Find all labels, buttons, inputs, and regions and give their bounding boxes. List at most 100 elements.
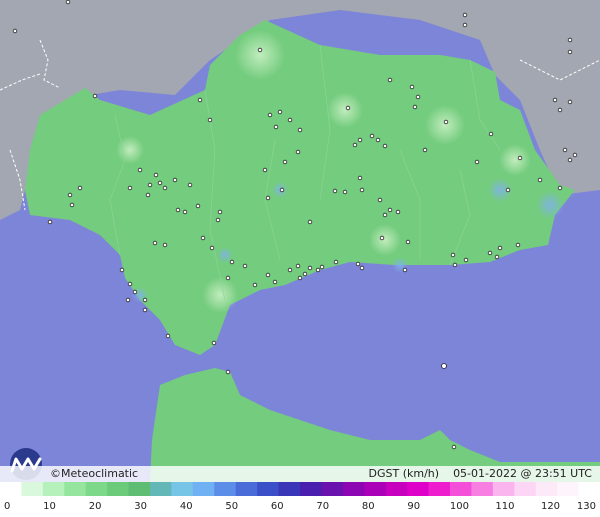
station-marker xyxy=(282,159,288,165)
wind-gust-map: ©Meteoclimatic DGST (km/h) 05-01-2022 @ … xyxy=(0,0,600,517)
station-marker xyxy=(375,137,381,143)
scale-swatch xyxy=(428,482,451,496)
station-marker xyxy=(355,261,361,267)
station-marker xyxy=(47,219,53,225)
scale-swatch xyxy=(85,482,108,496)
station-marker xyxy=(132,289,138,295)
station-marker xyxy=(557,107,563,113)
station-marker xyxy=(297,275,303,281)
terrain-highlight xyxy=(235,30,285,80)
station-marker xyxy=(162,185,168,191)
station-marker xyxy=(342,189,348,195)
scale-swatch xyxy=(235,482,258,496)
scale-tick-label: 70 xyxy=(316,501,329,512)
station-marker xyxy=(287,267,293,273)
scale-swatch xyxy=(342,482,365,496)
credit-text: ©Meteoclimatic xyxy=(50,467,139,480)
station-marker xyxy=(387,77,393,83)
station-marker xyxy=(315,267,321,273)
station-marker xyxy=(333,259,339,265)
station-marker xyxy=(415,94,421,100)
station-marker xyxy=(412,104,418,110)
scale-swatch xyxy=(42,482,65,496)
scale-swatch xyxy=(192,482,215,496)
station-marker xyxy=(567,99,573,105)
scale-swatch xyxy=(214,482,237,496)
station-marker xyxy=(229,259,235,265)
station-marker xyxy=(462,22,468,28)
station-marker xyxy=(125,297,131,303)
station-marker xyxy=(295,263,301,269)
station-marker xyxy=(127,185,133,191)
station-marker xyxy=(195,203,201,209)
station-marker xyxy=(382,212,388,218)
scale-swatch xyxy=(128,482,151,496)
gust-highlight xyxy=(536,191,564,219)
station-marker xyxy=(197,97,203,103)
station-marker xyxy=(567,49,573,55)
station-marker xyxy=(265,195,271,201)
scale-swatch xyxy=(535,482,558,496)
station-marker xyxy=(567,37,573,43)
info-bar: ©Meteoclimatic DGST (km/h) 05-01-2022 @ … xyxy=(0,466,600,482)
scale-tick-label: 10 xyxy=(43,501,56,512)
scale-swatch xyxy=(64,482,87,496)
station-marker xyxy=(552,97,558,103)
station-marker xyxy=(157,180,163,186)
scale-swatch xyxy=(492,482,515,496)
station-marker xyxy=(422,147,428,153)
terrain-highlight xyxy=(499,144,531,176)
scale-swatch xyxy=(471,482,494,496)
station-marker xyxy=(369,133,375,139)
scale-tick-label: 130 xyxy=(577,501,596,512)
scale-swatch xyxy=(557,482,580,496)
station-marker xyxy=(302,271,308,277)
station-marker xyxy=(225,369,231,375)
station-marker xyxy=(200,235,206,241)
scale-swatch xyxy=(364,482,387,496)
station-marker xyxy=(217,209,223,215)
station-marker xyxy=(147,182,153,188)
station-marker xyxy=(441,363,447,369)
station-marker xyxy=(295,149,301,155)
scale-tick-label: 40 xyxy=(180,501,193,512)
scale-swatch xyxy=(514,482,537,496)
station-marker xyxy=(175,207,181,213)
scale-tick-label: 110 xyxy=(495,501,514,512)
station-marker xyxy=(273,124,279,130)
station-marker xyxy=(357,137,363,143)
station-marker xyxy=(451,444,457,450)
station-marker xyxy=(405,239,411,245)
station-marker xyxy=(119,267,125,273)
scale-tick-label: 100 xyxy=(450,501,469,512)
station-marker xyxy=(488,131,494,137)
color-scale-bar: 0 10 20 30 40 50 60 70 80 90 100 110 120 130 xyxy=(0,482,600,512)
scale-swatch xyxy=(21,482,44,496)
station-marker xyxy=(562,147,568,153)
station-marker xyxy=(182,209,188,215)
scale-swatch xyxy=(578,482,600,496)
station-marker xyxy=(252,282,258,288)
station-marker xyxy=(65,0,71,5)
station-marker xyxy=(463,257,469,263)
station-marker xyxy=(357,175,363,181)
station-marker xyxy=(209,245,215,251)
station-marker xyxy=(162,242,168,248)
station-marker xyxy=(359,265,365,271)
station-marker xyxy=(215,217,221,223)
scale-tick-label: 20 xyxy=(89,501,102,512)
station-marker xyxy=(69,202,75,208)
station-marker xyxy=(452,262,458,268)
scale-swatch xyxy=(407,482,430,496)
station-marker xyxy=(505,187,511,193)
station-marker xyxy=(211,340,217,346)
station-marker xyxy=(279,187,285,193)
scale-swatch xyxy=(171,482,194,496)
station-marker xyxy=(377,197,383,203)
scale-swatch xyxy=(385,482,408,496)
timestamp: 05-01-2022 @ 23:51 UTC xyxy=(453,467,592,480)
station-marker xyxy=(142,297,148,303)
station-marker xyxy=(172,177,178,183)
station-marker xyxy=(382,143,388,149)
terrain-highlight xyxy=(202,277,238,313)
